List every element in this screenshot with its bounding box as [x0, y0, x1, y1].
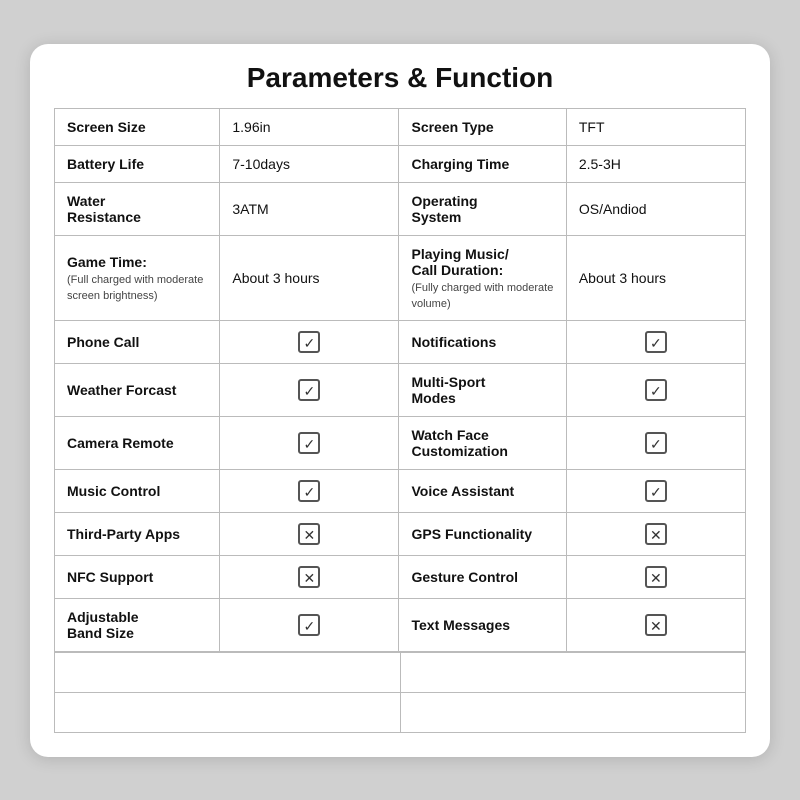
x-icon: ✕: [645, 523, 667, 545]
page-title: Parameters & Function: [54, 62, 746, 94]
right-value: OS/Andiod: [566, 182, 745, 235]
x-icon: ✕: [298, 566, 320, 588]
right-value: 2.5-3H: [566, 145, 745, 182]
right-check-cell: ✓: [566, 320, 745, 363]
x-icon: ✕: [298, 523, 320, 545]
right-label: Playing Music/Call Duration:(Fully charg…: [399, 235, 566, 320]
left-label: Screen Size: [55, 108, 220, 145]
table-row: NFC Support ✕ Gesture Control ✕: [55, 555, 746, 598]
left-check-cell: ✓: [220, 320, 399, 363]
right-check-cell: ✕: [566, 512, 745, 555]
left-check-cell: ✓: [220, 416, 399, 469]
left-value: 7-10days: [220, 145, 399, 182]
right-label: Voice Assistant: [399, 469, 566, 512]
table-row: Music Control ✓ Voice Assistant ✓: [55, 469, 746, 512]
right-label: Charging Time: [399, 145, 566, 182]
check-icon: ✓: [645, 331, 667, 353]
table-row: Third-Party Apps ✕ GPS Functionality ✕: [55, 512, 746, 555]
right-check-cell: ✓: [566, 469, 745, 512]
left-label: Game Time:(Full charged with moderate sc…: [55, 235, 220, 320]
right-check-cell: ✓: [566, 363, 745, 416]
left-check-cell: ✓: [220, 469, 399, 512]
left-check-cell: ✕: [220, 555, 399, 598]
left-label: Camera Remote: [55, 416, 220, 469]
left-check-cell: ✕: [220, 512, 399, 555]
right-label: OperatingSystem: [399, 182, 566, 235]
left-label: Third-Party Apps: [55, 512, 220, 555]
right-value: About 3 hours: [566, 235, 745, 320]
right-label: Screen Type: [399, 108, 566, 145]
left-check-cell: ✓: [220, 363, 399, 416]
right-label: Watch FaceCustomization: [399, 416, 566, 469]
left-label: Music Control: [55, 469, 220, 512]
check-icon: ✓: [298, 614, 320, 636]
left-label: NFC Support: [55, 555, 220, 598]
check-icon: ✓: [645, 432, 667, 454]
x-icon: ✕: [645, 614, 667, 636]
right-label: GPS Functionality: [399, 512, 566, 555]
check-icon: ✓: [645, 379, 667, 401]
right-label: Multi-SportModes: [399, 363, 566, 416]
right-check-cell: ✕: [566, 598, 745, 651]
right-check-cell: ✕: [566, 555, 745, 598]
x-icon: ✕: [645, 566, 667, 588]
check-icon: ✓: [645, 480, 667, 502]
table-row: Game Time:(Full charged with moderate sc…: [55, 235, 746, 320]
right-label: Text Messages: [399, 598, 566, 651]
left-value: 1.96in: [220, 108, 399, 145]
right-value: TFT: [566, 108, 745, 145]
left-value: 3ATM: [220, 182, 399, 235]
table-row: Weather Forcast ✓ Multi-SportModes ✓: [55, 363, 746, 416]
table-row: WaterResistance 3ATM OperatingSystem OS/…: [55, 182, 746, 235]
left-label: Phone Call: [55, 320, 220, 363]
check-icon: ✓: [298, 379, 320, 401]
left-check-cell: ✓: [220, 598, 399, 651]
parameters-card: Parameters & Function Screen Size 1.96in…: [30, 44, 770, 757]
left-label: Weather Forcast: [55, 363, 220, 416]
check-icon: ✓: [298, 331, 320, 353]
left-label: Battery Life: [55, 145, 220, 182]
check-icon: ✓: [298, 480, 320, 502]
table-row: AdjustableBand Size ✓ Text Messages ✕: [55, 598, 746, 651]
right-label: Notifications: [399, 320, 566, 363]
check-icon: ✓: [298, 432, 320, 454]
table-row: Battery Life 7-10days Charging Time 2.5-…: [55, 145, 746, 182]
table-row: Phone Call ✓ Notifications ✓: [55, 320, 746, 363]
left-label: WaterResistance: [55, 182, 220, 235]
table-row: Camera Remote ✓ Watch FaceCustomization …: [55, 416, 746, 469]
params-table: Screen Size 1.96in Screen Type TFT Batte…: [54, 108, 746, 652]
right-check-cell: ✓: [566, 416, 745, 469]
right-label: Gesture Control: [399, 555, 566, 598]
table-row: Screen Size 1.96in Screen Type TFT: [55, 108, 746, 145]
left-value: About 3 hours: [220, 235, 399, 320]
left-label: AdjustableBand Size: [55, 598, 220, 651]
